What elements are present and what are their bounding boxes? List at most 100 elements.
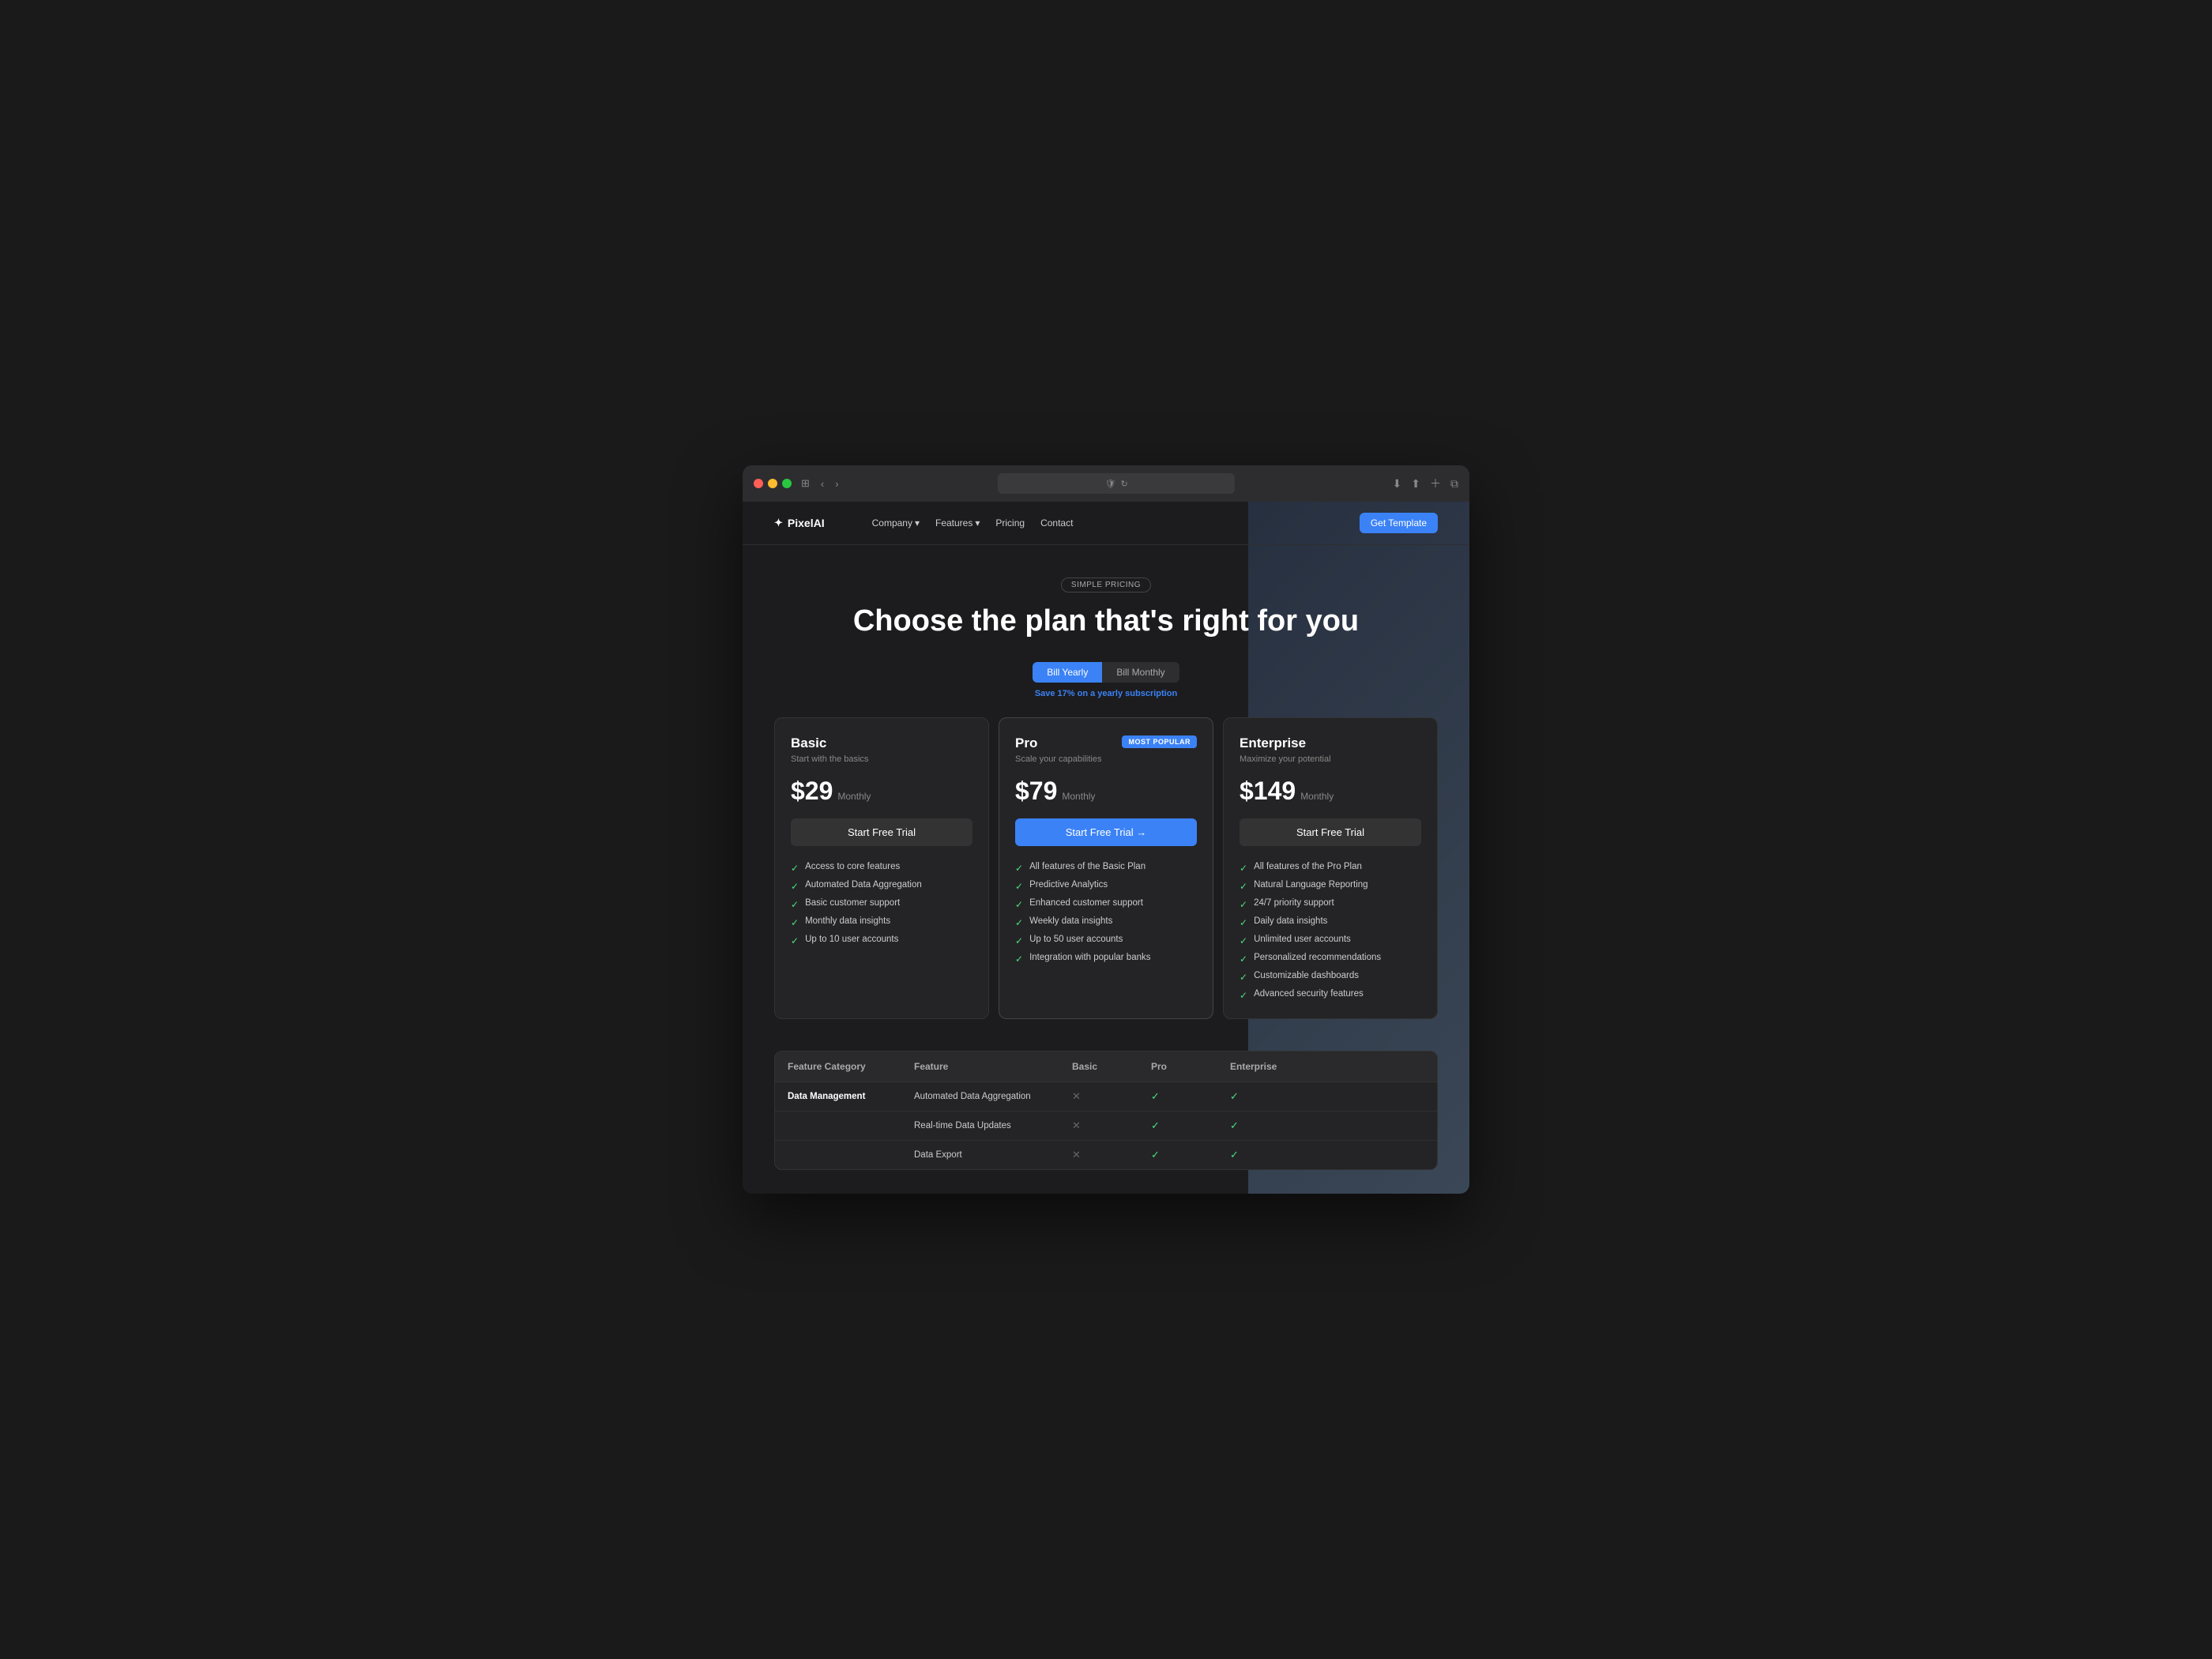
row-basic: ✕ (1072, 1149, 1151, 1161)
check-icon: ✓ (791, 881, 799, 892)
list-item: ✓ Unlimited user accounts (1240, 935, 1421, 946)
list-item: ✓ Up to 50 user accounts (1015, 935, 1197, 946)
main-content: SIMPLE PRICING Choose the plan that's ri… (743, 545, 1469, 1194)
sidebar-toggle-button[interactable]: ⊞ (799, 477, 811, 490)
get-template-button[interactable]: Get Template (1360, 513, 1438, 533)
chevron-down-icon: ▾ (975, 517, 980, 529)
check-icon: ✓ (1240, 954, 1247, 965)
check-icon: ✓ (1151, 1090, 1160, 1102)
nav-contact[interactable]: Contact (1040, 517, 1073, 529)
table-row: Data Management Automated Data Aggregati… (775, 1082, 1437, 1112)
comparison-table: Feature Category Feature Basic Pro Enter… (774, 1051, 1438, 1170)
tabs-icon[interactable]: ⧉ (1450, 477, 1458, 491)
chevron-down-icon: ▾ (915, 517, 920, 529)
cross-icon: ✕ (1072, 1149, 1081, 1161)
nav-pricing[interactable]: Pricing (995, 517, 1025, 529)
check-icon: ✓ (791, 917, 799, 928)
price-amount: $29 (791, 777, 833, 806)
nav-company[interactable]: Company ▾ (872, 517, 920, 529)
header-enterprise: Enterprise (1230, 1061, 1309, 1072)
check-icon: ✓ (1230, 1090, 1239, 1102)
browser-actions: ⬇ ⬆ ＋ ⧉ (1393, 476, 1458, 491)
check-icon: ✓ (1151, 1119, 1160, 1131)
minimize-button[interactable] (768, 479, 777, 488)
enterprise-feature-list: ✓ All features of the Pro Plan ✓ Natural… (1240, 862, 1421, 1001)
row-feature: Data Export (914, 1150, 1072, 1160)
check-icon: ✓ (1151, 1149, 1160, 1161)
logo-text: PixelAI (788, 517, 825, 529)
list-item: ✓ Up to 10 user accounts (791, 935, 972, 946)
save-highlight: Save 17% (1035, 689, 1075, 698)
share-icon[interactable]: ⬆ (1411, 477, 1420, 491)
pricing-cards: Basic Start with the basics $29 Monthly … (774, 717, 1438, 1019)
cross-icon: ✕ (1072, 1119, 1081, 1131)
price-row: $79 Monthly (1015, 777, 1197, 806)
list-item: ✓ Daily data insights (1240, 916, 1421, 928)
table-row: Data Export ✕ ✓ ✓ (775, 1141, 1437, 1169)
list-item: ✓ Basic customer support (791, 898, 972, 910)
close-button[interactable] (754, 479, 763, 488)
row-pro: ✓ (1151, 1149, 1230, 1161)
price-amount: $79 (1015, 777, 1057, 806)
logo: ✦ PixelAI (774, 517, 825, 529)
check-icon: ✓ (1015, 899, 1023, 910)
list-item: ✓ Predictive Analytics (1015, 880, 1197, 892)
check-icon: ✓ (1015, 881, 1023, 892)
popular-badge: MOST POPULAR (1122, 735, 1197, 748)
bill-monthly-button[interactable]: Bill Monthly (1102, 662, 1179, 683)
pro-trial-button[interactable]: Start Free Trial → (1015, 818, 1197, 846)
page-content: ✦ PixelAI Company ▾ Features ▾ Pricing C… (743, 502, 1469, 1194)
price-amount: $149 (1240, 777, 1296, 806)
back-button[interactable]: ‹ (819, 478, 826, 490)
plan-header: Enterprise (1240, 735, 1421, 751)
browser-chrome: ⊞ ‹ › 🛡 ↻ ⬇ ⬆ ＋ ⧉ (743, 465, 1469, 502)
shield-icon: 🛡 (1104, 479, 1115, 489)
list-item: ✓ All features of the Pro Plan (1240, 862, 1421, 874)
logo-icon: ✦ (774, 517, 783, 529)
row-basic: ✕ (1072, 1090, 1151, 1103)
price-period: Monthly (837, 791, 871, 802)
plan-name: Enterprise (1240, 735, 1306, 751)
check-icon: ✓ (1240, 899, 1247, 910)
enterprise-trial-button[interactable]: Start Free Trial (1240, 818, 1421, 846)
new-tab-icon[interactable]: ＋ (1430, 476, 1441, 491)
basic-feature-list: ✓ Access to core features ✓ Automated Da… (791, 862, 972, 946)
check-icon: ✓ (1240, 881, 1247, 892)
refresh-icon: ↻ (1120, 479, 1127, 489)
check-icon: ✓ (1240, 863, 1247, 874)
price-row: $29 Monthly (791, 777, 972, 806)
table-row: Real-time Data Updates ✕ ✓ ✓ (775, 1112, 1437, 1141)
check-icon: ✓ (1230, 1119, 1239, 1131)
maximize-button[interactable] (782, 479, 792, 488)
list-item: ✓ 24/7 priority support (1240, 898, 1421, 910)
check-icon: ✓ (1015, 863, 1023, 874)
check-icon: ✓ (1230, 1149, 1239, 1161)
page-title: Choose the plan that's right for you (774, 604, 1438, 640)
header-pro: Pro (1151, 1061, 1230, 1072)
section-badge: SIMPLE PRICING (1061, 577, 1151, 592)
browser-window: ⊞ ‹ › 🛡 ↻ ⬇ ⬆ ＋ ⧉ ✦ PixelAI Company ▾ (743, 465, 1469, 1194)
plan-name: Basic (791, 735, 826, 751)
forward-button[interactable]: › (833, 478, 840, 490)
traffic-lights (754, 479, 792, 488)
price-period: Monthly (1300, 791, 1334, 802)
address-bar[interactable]: 🛡 ↻ (998, 473, 1235, 494)
list-item: ✓ Personalized recommendations (1240, 953, 1421, 965)
check-icon: ✓ (791, 899, 799, 910)
row-enterprise: ✓ (1230, 1149, 1309, 1161)
list-item: ✓ Automated Data Aggregation (791, 880, 972, 892)
list-item: ✓ All features of the Basic Plan (1015, 862, 1197, 874)
navbar: ✦ PixelAI Company ▾ Features ▾ Pricing C… (743, 502, 1469, 545)
basic-trial-button[interactable]: Start Free Trial (791, 818, 972, 846)
billing-note: Save 17% on a yearly subscription (774, 689, 1438, 698)
list-item: ✓ Enhanced customer support (1015, 898, 1197, 910)
check-icon: ✓ (1240, 990, 1247, 1001)
price-period: Monthly (1062, 791, 1095, 802)
header-category: Feature Category (788, 1061, 914, 1072)
download-icon[interactable]: ⬇ (1393, 477, 1402, 491)
list-item: ✓ Natural Language Reporting (1240, 880, 1421, 892)
pro-plan-card: Pro MOST POPULAR Scale your capabilities… (999, 717, 1213, 1019)
bill-yearly-button[interactable]: Bill Yearly (1033, 662, 1102, 683)
list-item: ✓ Customizable dashboards (1240, 971, 1421, 983)
nav-features[interactable]: Features ▾ (935, 517, 980, 529)
